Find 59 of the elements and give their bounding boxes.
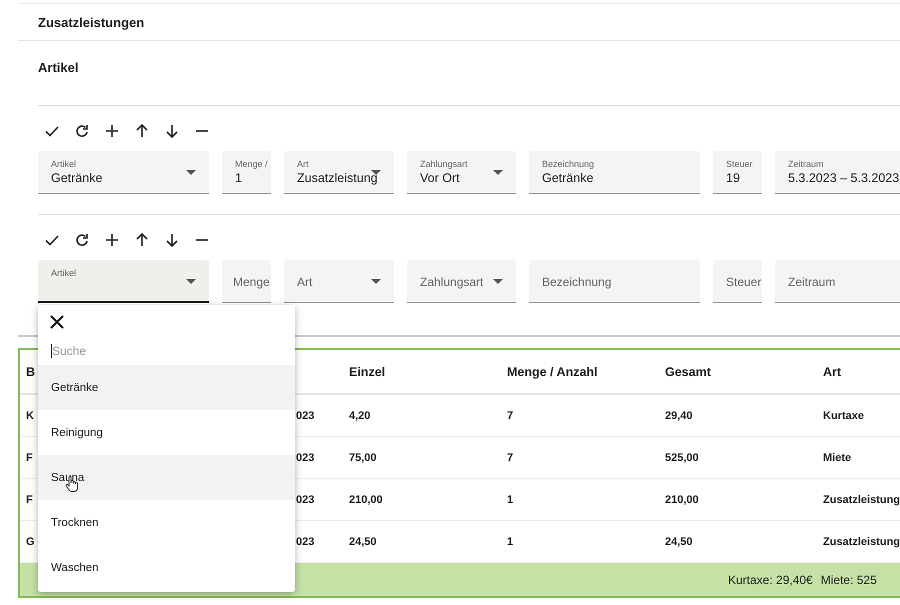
- select-field[interactable]: Art: [284, 260, 394, 303]
- select-field[interactable]: Artikel: [38, 260, 209, 303]
- input-field[interactable]: Bezeichnung: [529, 260, 700, 303]
- table-cell: 210,00: [349, 494, 383, 506]
- column-header: Einzel: [349, 364, 386, 378]
- caret-icon: [493, 279, 503, 284]
- input-field[interactable]: Bezeichnung Getränke: [529, 151, 700, 194]
- dropdown-option[interactable]: Reinigung: [38, 410, 295, 455]
- input-field[interactable]: Steuer 19: [713, 151, 762, 194]
- table-cell: K: [26, 410, 34, 422]
- table-cell: G: [26, 536, 35, 548]
- input-field[interactable]: Steuer: [713, 260, 762, 303]
- dropdown-option[interactable]: Waschen: [38, 545, 295, 590]
- caret-icon: [371, 279, 381, 284]
- section-title: Zusatzleistungen: [38, 15, 144, 30]
- select-field[interactable]: Artikel Getränke: [38, 151, 209, 194]
- table-cell: 1: [507, 536, 514, 548]
- table-cell: F: [26, 452, 33, 464]
- table-cell: 75,00: [349, 452, 377, 464]
- table-cell: 210,00: [665, 494, 699, 506]
- table-cell: Miete: [823, 452, 852, 464]
- table-cell: Kurtaxe: [823, 410, 864, 422]
- input-field[interactable]: Menge / 1: [222, 151, 271, 194]
- table-cell: 023: [296, 410, 314, 422]
- subsection-title: Artikel: [38, 60, 78, 75]
- table-cell: F: [26, 494, 33, 506]
- input-field[interactable]: Zeitraum: [775, 260, 900, 303]
- input-field[interactable]: Zeitraum 5.3.2023 – 5.3.2023: [775, 151, 900, 194]
- select-field[interactable]: Zahlungsart Vor Ort: [407, 151, 516, 194]
- total-text: Miete: 525: [820, 572, 877, 586]
- dropdown-option[interactable]: Trocknen: [38, 500, 295, 545]
- input-field[interactable]: Menge: [222, 260, 271, 303]
- table-cell: 24,50: [665, 536, 693, 548]
- table-cell: 24,50: [349, 536, 377, 548]
- table-cell: 525,00: [665, 452, 699, 464]
- caret-icon: [186, 279, 196, 284]
- table-cell: 29,40: [665, 410, 693, 422]
- table-cell: 4,20: [349, 410, 370, 422]
- table-cell: 7: [507, 452, 514, 464]
- table-cell: 023: [296, 452, 314, 464]
- table-cell: Zusatzleistung: [823, 494, 900, 506]
- caret-icon: [493, 170, 503, 175]
- column-header: B: [26, 364, 36, 378]
- table-cell: 7: [507, 410, 514, 422]
- select-field[interactable]: Zahlungsart: [407, 260, 516, 303]
- table-cell: Zusatzleistung: [823, 536, 900, 548]
- column-header: Art: [823, 364, 842, 378]
- search-field[interactable]: Suche: [51, 341, 281, 361]
- table-cell: 023: [296, 536, 314, 548]
- select-field[interactable]: Art Zusatzleistung: [284, 151, 394, 194]
- column-header: Menge / Anzahl: [507, 364, 598, 378]
- caret-icon: [186, 170, 196, 175]
- close-icon[interactable]: [49, 314, 65, 330]
- table-cell: 1: [507, 494, 514, 506]
- caret-icon: [371, 170, 381, 175]
- total-text: Kurtaxe: 29,40€: [728, 572, 813, 586]
- dropdown-option[interactable]: Getränke: [38, 365, 295, 410]
- column-header: Gesamt: [665, 364, 711, 378]
- table-cell: 023: [296, 494, 314, 506]
